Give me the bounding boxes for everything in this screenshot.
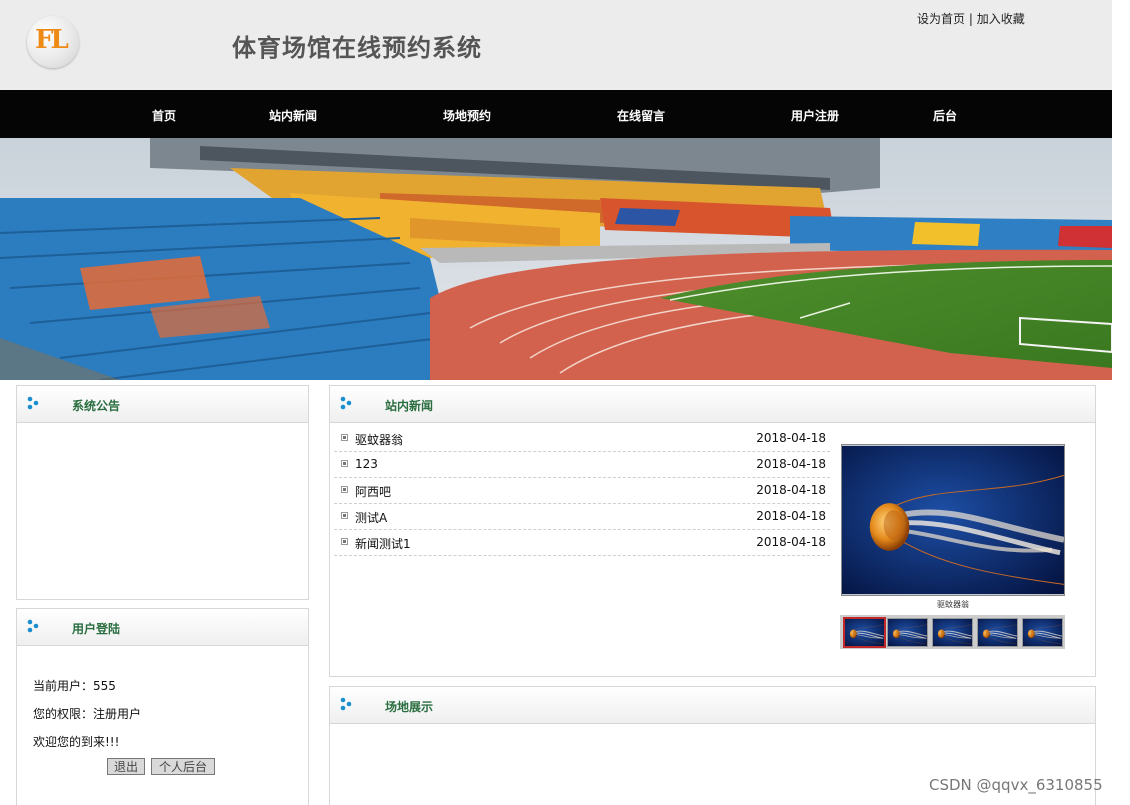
slideshow-thumbnails: [840, 615, 1065, 649]
news-list-item[interactable]: 新闻测试1 2018-04-18: [334, 530, 830, 556]
login-panel-title: 用户登陆: [72, 622, 121, 636]
add-favorite-link[interactable]: 加入收藏: [977, 12, 1025, 26]
notice-panel-header: 系统公告: [17, 386, 308, 423]
stadium-banner: [0, 138, 1112, 380]
news-title[interactable]: 新闻测试1: [355, 535, 411, 552]
notice-panel: 系统公告: [16, 385, 309, 600]
slideshow-thumbnail[interactable]: [932, 618, 973, 647]
top-links-separator: |: [968, 12, 973, 26]
set-homepage-link[interactable]: 设为首页: [917, 12, 965, 26]
news-date: 2018-04-18: [756, 509, 826, 523]
news-title[interactable]: 驱蚊器翁: [355, 431, 403, 448]
news-list-item[interactable]: 驱蚊器翁 2018-04-18: [334, 426, 830, 452]
venue-panel-header: 场地展示: [330, 687, 1095, 724]
login-panel: 用户登陆 当前用户：555 您的权限：注册用户 欢迎您的到来!!! 退出 个人后…: [16, 608, 309, 805]
news-panel-header: 站内新闻: [330, 386, 1095, 423]
jellyfish-thumbnail-image: [845, 619, 884, 646]
logo-icon[interactable]: FL: [27, 16, 79, 68]
dots-icon: [340, 697, 352, 711]
news-date: 2018-04-18: [756, 431, 826, 445]
jellyfish-thumbnail-image: [1023, 619, 1062, 646]
news-panel: 站内新闻 驱蚊器翁 2018-04-18 123 2018-04-18 阿西吧 …: [329, 385, 1096, 677]
nav-venue-booking[interactable]: 场地预约: [443, 107, 491, 124]
bullet-icon: [341, 538, 348, 545]
news-list-item[interactable]: 123 2018-04-18: [334, 452, 830, 478]
news-date: 2018-04-18: [756, 483, 826, 497]
bullet-icon: [341, 512, 348, 519]
top-links: 设为首页 | 加入收藏: [917, 10, 1025, 27]
slideshow-thumbnail[interactable]: [843, 617, 886, 648]
logo-text: FL: [35, 25, 69, 55]
slideshow-thumbnail[interactable]: [887, 618, 928, 647]
news-list-item[interactable]: 测试A 2018-04-18: [334, 504, 830, 530]
stadium-image: [0, 138, 1112, 380]
slideshow-thumbnail[interactable]: [977, 618, 1018, 647]
bullet-icon: [341, 486, 348, 493]
nav-news[interactable]: 站内新闻: [269, 107, 317, 124]
watermark: CSDN @qqvx_6310855: [929, 776, 1103, 794]
jellyfish-thumbnail-image: [888, 619, 927, 646]
news-date: 2018-04-18: [756, 535, 826, 549]
logout-button[interactable]: 退出: [107, 758, 145, 775]
notice-panel-title: 系统公告: [72, 399, 121, 413]
personal-backend-button[interactable]: 个人后台: [151, 758, 215, 775]
venue-panel-title: 场地展示: [385, 700, 434, 714]
slideshow-caption: 驱蚊器翁: [937, 600, 969, 609]
bullet-icon: [341, 460, 348, 467]
news-list-item[interactable]: 阿西吧 2018-04-18: [334, 478, 830, 504]
dots-icon: [340, 396, 352, 410]
welcome-text: 欢迎您的到来!!!: [33, 735, 120, 749]
nav-register[interactable]: 用户注册: [791, 107, 839, 124]
nav-home[interactable]: 首页: [152, 107, 176, 124]
nav-messages[interactable]: 在线留言: [617, 107, 665, 124]
jellyfish-thumbnail-image: [978, 619, 1017, 646]
slideshow-thumbnail[interactable]: [1022, 618, 1063, 647]
bullet-icon: [341, 434, 348, 441]
site-title: 体育场馆在线预约系统: [232, 33, 482, 62]
permission-text: 您的权限：注册用户: [33, 707, 142, 721]
main-nav: 首页 站内新闻 场地预约 在线留言 用户注册 后台: [0, 90, 1112, 138]
jellyfish-image: [842, 445, 1064, 595]
news-title[interactable]: 123: [355, 457, 378, 471]
nav-admin[interactable]: 后台: [933, 107, 957, 124]
news-panel-title: 站内新闻: [385, 399, 434, 413]
news-slideshow-image[interactable]: [841, 444, 1065, 596]
news-title[interactable]: 测试A: [355, 509, 387, 526]
site-header: FL 体育场馆在线预约系统 设为首页 | 加入收藏: [0, 0, 1112, 90]
news-title[interactable]: 阿西吧: [355, 483, 391, 500]
jellyfish-thumbnail-image: [933, 619, 972, 646]
news-date: 2018-04-18: [756, 457, 826, 471]
login-panel-header: 用户登陆: [17, 609, 308, 646]
current-user-text: 当前用户：555: [33, 679, 116, 693]
dots-icon: [27, 619, 39, 633]
dots-icon: [27, 396, 39, 410]
